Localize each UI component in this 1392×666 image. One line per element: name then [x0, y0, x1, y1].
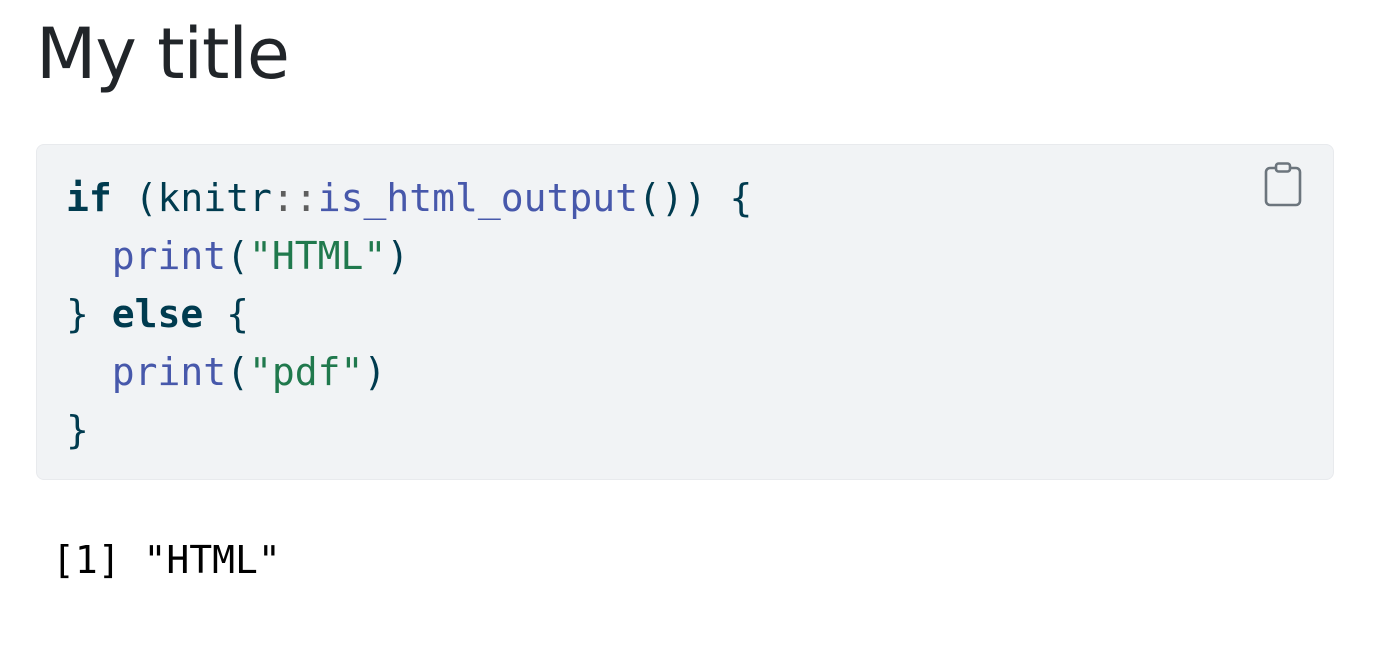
code-text: ()) {	[637, 176, 753, 220]
code-line: }	[66, 408, 89, 452]
code-text: {	[203, 292, 250, 336]
code-text: )	[363, 350, 387, 394]
code-namespace-operator: ::	[271, 176, 318, 220]
code-text: (	[226, 350, 250, 394]
code-content: if (knitr::is_html_output()) { print("HT…	[66, 169, 752, 459]
code-output: [1] "HTML"	[52, 538, 281, 582]
code-line: print("HTML")	[66, 234, 409, 278]
page-title: My title	[36, 13, 290, 95]
code-text: (	[226, 234, 250, 278]
code-keyword: if	[66, 176, 112, 220]
copy-code-button[interactable]	[1261, 161, 1305, 209]
code-block: if (knitr::is_html_output()) { print("HT…	[36, 144, 1334, 480]
code-line: print("pdf")	[66, 350, 387, 394]
code-text: )	[386, 234, 410, 278]
code-function: print	[111, 234, 227, 278]
code-text: }	[66, 292, 112, 336]
clipboard-icon	[1264, 162, 1302, 207]
code-line: if (knitr::is_html_output()) {	[66, 176, 752, 220]
code-line: } else {	[66, 292, 249, 336]
code-function: is_html_output	[317, 176, 638, 220]
code-keyword: else	[111, 292, 204, 336]
code-string: "pdf"	[249, 350, 364, 394]
code-text: }	[66, 408, 89, 452]
code-string: "HTML"	[249, 234, 387, 278]
code-function: print	[111, 350, 227, 394]
code-text: (knitr	[111, 176, 272, 220]
